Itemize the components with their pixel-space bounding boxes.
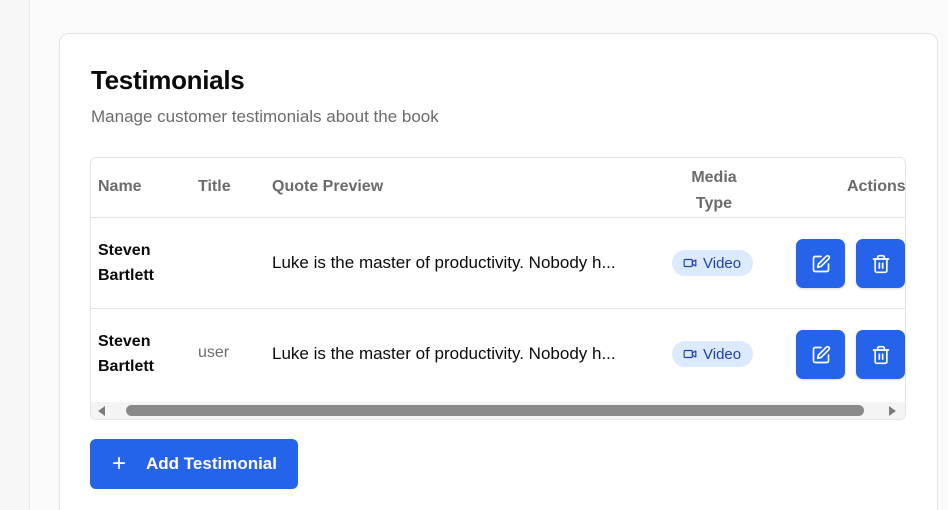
column-header-actions: Actions (847, 178, 906, 195)
add-testimonial-button[interactable]: + Add Testimonial (90, 439, 298, 489)
video-icon (683, 258, 697, 268)
plus-icon: + (112, 450, 127, 477)
delete-button[interactable] (856, 330, 905, 379)
cell-quote-preview: Luke is the master of productivity. Nobo… (272, 344, 616, 363)
page-title: Testimonials (91, 65, 245, 95)
testimonials-table: Name Title Quote Preview Media Type Acti… (90, 157, 906, 420)
page-subtitle: Manage customer testimonials about the b… (91, 107, 439, 126)
cell-title: user (198, 344, 230, 361)
cell-name-last: Bartlett (98, 267, 155, 284)
table-scroll-area[interactable]: Name Title Quote Preview Media Type Acti… (91, 158, 906, 402)
horizontal-scrollbar[interactable] (91, 402, 905, 419)
column-header-name: Name (98, 178, 142, 195)
cell-name-last: Bartlett (98, 358, 155, 375)
scrollbar-thumb[interactable] (126, 405, 864, 416)
table-row: Steven Bartlett user Luke is the master … (91, 309, 905, 400)
media-type-label: Video (703, 345, 742, 363)
add-testimonial-label: Add Testimonial (146, 454, 277, 473)
media-type-badge: Video (672, 341, 754, 367)
trash-icon (872, 345, 889, 364)
media-type-badge: Video (672, 250, 754, 276)
video-icon (683, 349, 697, 359)
delete-button[interactable] (856, 239, 905, 288)
cell-name-first: Steven (98, 333, 151, 350)
column-header-media-type: Media Type (689, 165, 739, 217)
column-header-media-type-line1: Media (691, 169, 737, 186)
trash-icon (872, 254, 889, 273)
edit-icon (812, 254, 830, 272)
cell-name: Steven Bartlett (98, 329, 154, 379)
table-header: Name Title Quote Preview Media Type Acti… (91, 158, 906, 218)
edit-button[interactable] (796, 330, 845, 379)
cell-name-first: Steven (98, 242, 151, 259)
column-header-media-type-line2: Type (695, 195, 733, 212)
column-header-title: Title (198, 178, 231, 195)
scroll-right-arrow-icon[interactable] (889, 406, 896, 416)
media-type-label: Video (703, 254, 742, 272)
cell-name: Steven Bartlett (98, 238, 154, 288)
testimonials-card: Testimonials Manage customer testimonial… (59, 33, 938, 510)
cell-quote-preview: Luke is the master of productivity. Nobo… (272, 253, 616, 272)
edit-icon (812, 345, 830, 363)
column-header-quote-preview: Quote Preview (272, 178, 384, 195)
scroll-left-arrow-icon[interactable] (98, 406, 105, 416)
table-row: Steven Bartlett Luke is the master of pr… (91, 218, 905, 309)
left-sidebar (0, 0, 30, 510)
edit-button[interactable] (796, 239, 845, 288)
